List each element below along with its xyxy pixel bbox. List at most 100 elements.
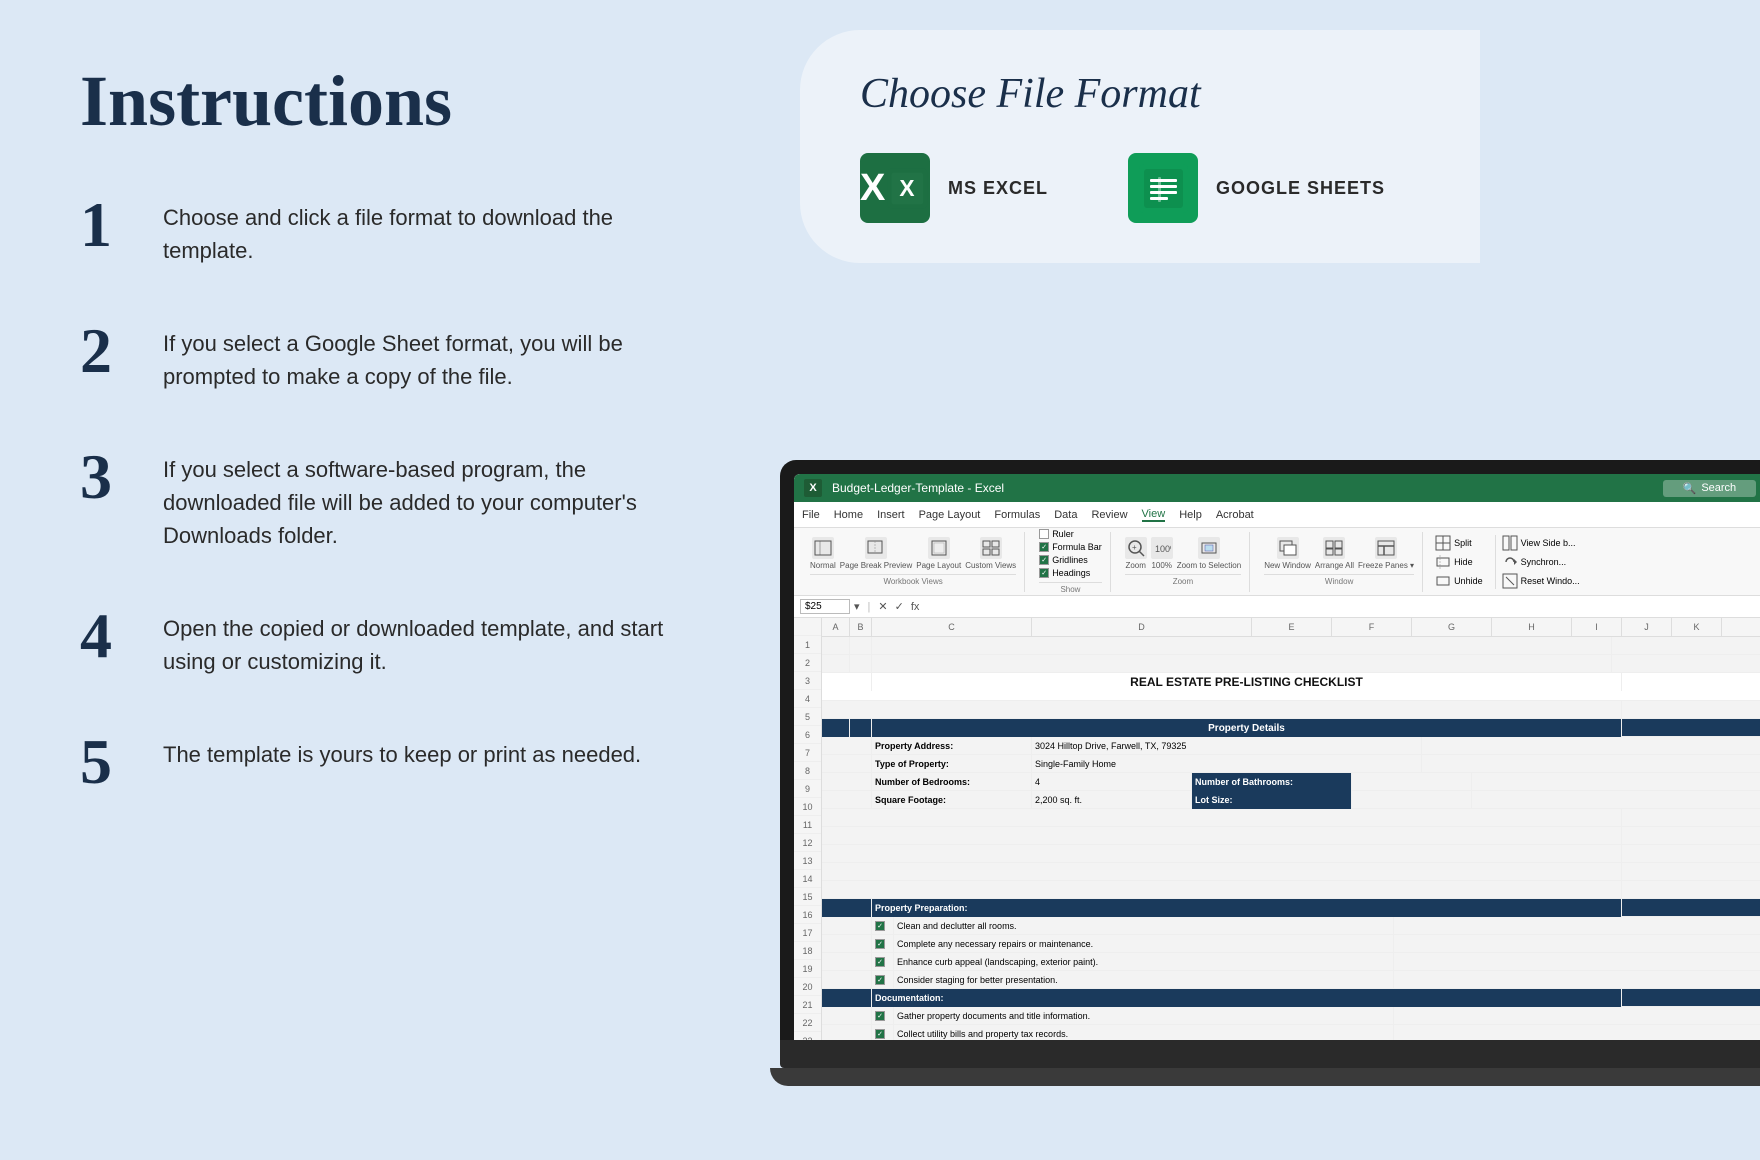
menu-formulas[interactable]: Formulas <box>994 509 1040 521</box>
hide-label[interactable]: Hide <box>1454 557 1473 567</box>
ribbon-btn-zoom[interactable]: + Zoom <box>1125 537 1147 570</box>
check-4[interactable] <box>875 975 885 985</box>
split-label[interactable]: Split <box>1454 538 1472 548</box>
gridlines-checkbox[interactable] <box>1039 555 1049 565</box>
gsheets-option[interactable]: GOOGLE SHEETS <box>1128 153 1385 223</box>
col-k[interactable]: K <box>1672 618 1722 636</box>
cell[interactable] <box>850 719 872 737</box>
cell[interactable] <box>822 989 872 1007</box>
col-a[interactable]: A <box>822 618 850 636</box>
ribbon-btn-arrange-all[interactable]: Arrange All <box>1315 537 1354 570</box>
confirm-formula-icon[interactable]: ✓ <box>895 600 904 613</box>
fx-icon[interactable]: fx <box>911 601 920 613</box>
ribbon-btn-page-break[interactable]: Page Break Preview <box>840 537 912 570</box>
checkbox-cell <box>872 953 894 971</box>
file-format-title: Choose File Format <box>860 70 1420 118</box>
ruler-checkbox[interactable] <box>1039 529 1049 539</box>
menu-file[interactable]: File <box>802 509 820 521</box>
view-side-row: View Side b... <box>1502 535 1580 551</box>
col-e[interactable]: E <box>1252 618 1332 636</box>
col-j[interactable]: J <box>1622 618 1672 636</box>
menu-insert[interactable]: Insert <box>877 509 905 521</box>
check-2[interactable] <box>875 939 885 949</box>
menu-acrobat[interactable]: Acrobat <box>1216 509 1254 521</box>
cell[interactable] <box>822 791 872 809</box>
headings-checkbox[interactable] <box>1039 568 1049 578</box>
table-row: Square Footage: 2,200 sq. ft. Lot Size: <box>822 791 1760 809</box>
view-side-label[interactable]: View Side b... <box>1521 538 1576 548</box>
cell[interactable] <box>850 637 872 655</box>
cell[interactable] <box>822 899 872 917</box>
bedrooms-value: 4 <box>1032 773 1192 791</box>
col-d[interactable]: D <box>1032 618 1252 636</box>
ribbon-btn-zoom-selection[interactable]: Zoom to Selection <box>1177 537 1241 570</box>
unhide-label[interactable]: Unhide <box>1454 576 1483 586</box>
cell[interactable] <box>822 827 1622 845</box>
spreadsheet-title: REAL ESTATE PRE-LISTING CHECKLIST <box>872 673 1622 691</box>
cell[interactable] <box>822 953 872 971</box>
menu-view[interactable]: View <box>1142 508 1166 522</box>
cell[interactable] <box>822 917 872 935</box>
menu-page-layout[interactable]: Page Layout <box>919 509 981 521</box>
zoom-icon: + <box>1125 537 1147 559</box>
ribbon-buttons-views: Normal Page Break Preview <box>810 537 1016 570</box>
formulabar-checkbox[interactable] <box>1039 542 1049 552</box>
col-f[interactable]: F <box>1332 618 1412 636</box>
cell[interactable] <box>822 935 872 953</box>
prop-address-value: 3024 Hilltop Drive, Farwell, TX, 79325 <box>1032 737 1422 755</box>
excel-search-bar[interactable]: 🔍 Search <box>1663 480 1757 497</box>
ribbon-btn-freeze-panes[interactable]: Freeze Panes ▾ <box>1358 537 1414 570</box>
col-c[interactable]: C <box>872 618 1032 636</box>
ribbon-btn-100[interactable]: 100% 100% <box>1151 537 1173 570</box>
row-num-11: 11 <box>794 816 821 834</box>
row-numbers: 1 2 3 4 5 6 7 8 9 10 <box>794 618 822 1040</box>
row-num-16: 16 <box>794 906 821 924</box>
check-5[interactable] <box>875 1011 885 1021</box>
cell[interactable] <box>822 809 1622 827</box>
check-3[interactable] <box>875 957 885 967</box>
cell[interactable] <box>822 881 1622 899</box>
cell[interactable] <box>822 1025 872 1040</box>
menu-data[interactable]: Data <box>1054 509 1077 521</box>
cell[interactable] <box>822 719 850 737</box>
excel-option[interactable]: X MS EXCEL <box>860 153 1048 223</box>
cell[interactable] <box>822 755 872 773</box>
cell[interactable] <box>822 773 872 791</box>
ribbon-btn-page-layout[interactable]: Page Layout <box>916 537 961 570</box>
col-g[interactable]: G <box>1412 618 1492 636</box>
cell[interactable] <box>822 1007 872 1025</box>
col-b[interactable]: B <box>850 618 872 636</box>
cell[interactable] <box>822 701 1622 719</box>
menu-home[interactable]: Home <box>834 509 863 521</box>
formula-bar: $25 ▾ | ✕ ✓ fx <box>794 596 1760 618</box>
cell-reference[interactable]: $25 <box>800 599 850 614</box>
check-1[interactable] <box>875 921 885 931</box>
cell[interactable] <box>872 655 1612 673</box>
cell[interactable] <box>822 845 1622 863</box>
cell[interactable] <box>872 637 1612 655</box>
excel-logo-small: X <box>804 479 822 497</box>
table-row <box>822 845 1760 863</box>
ribbon-btn-normal[interactable]: Normal <box>810 537 836 570</box>
cell[interactable] <box>822 737 872 755</box>
cancel-formula-icon[interactable]: ✕ <box>878 600 887 613</box>
formula-dropdown[interactable]: ▾ <box>854 600 860 613</box>
laptop-screen: X Budget-Ledger-Template - Excel 🔍 Searc… <box>794 474 1760 1040</box>
sync-label[interactable]: Synchron... <box>1521 557 1567 567</box>
cell[interactable] <box>822 637 850 655</box>
cell[interactable] <box>850 655 872 673</box>
reset-window-label[interactable]: Reset Windo... <box>1521 576 1580 586</box>
menu-review[interactable]: Review <box>1091 509 1127 521</box>
cell[interactable] <box>822 673 872 691</box>
menu-help[interactable]: Help <box>1179 509 1202 521</box>
col-i[interactable]: I <box>1572 618 1622 636</box>
page-layout-label: Page Layout <box>916 561 961 570</box>
check-6[interactable] <box>875 1029 885 1039</box>
ribbon-btn-custom-views[interactable]: Custom Views <box>965 537 1016 570</box>
cell[interactable] <box>822 971 872 989</box>
cell[interactable] <box>822 863 1622 881</box>
ribbon-btn-new-window[interactable]: New Window <box>1264 537 1311 570</box>
row-num-17: 17 <box>794 924 821 942</box>
col-h[interactable]: H <box>1492 618 1572 636</box>
cell[interactable] <box>822 655 850 673</box>
